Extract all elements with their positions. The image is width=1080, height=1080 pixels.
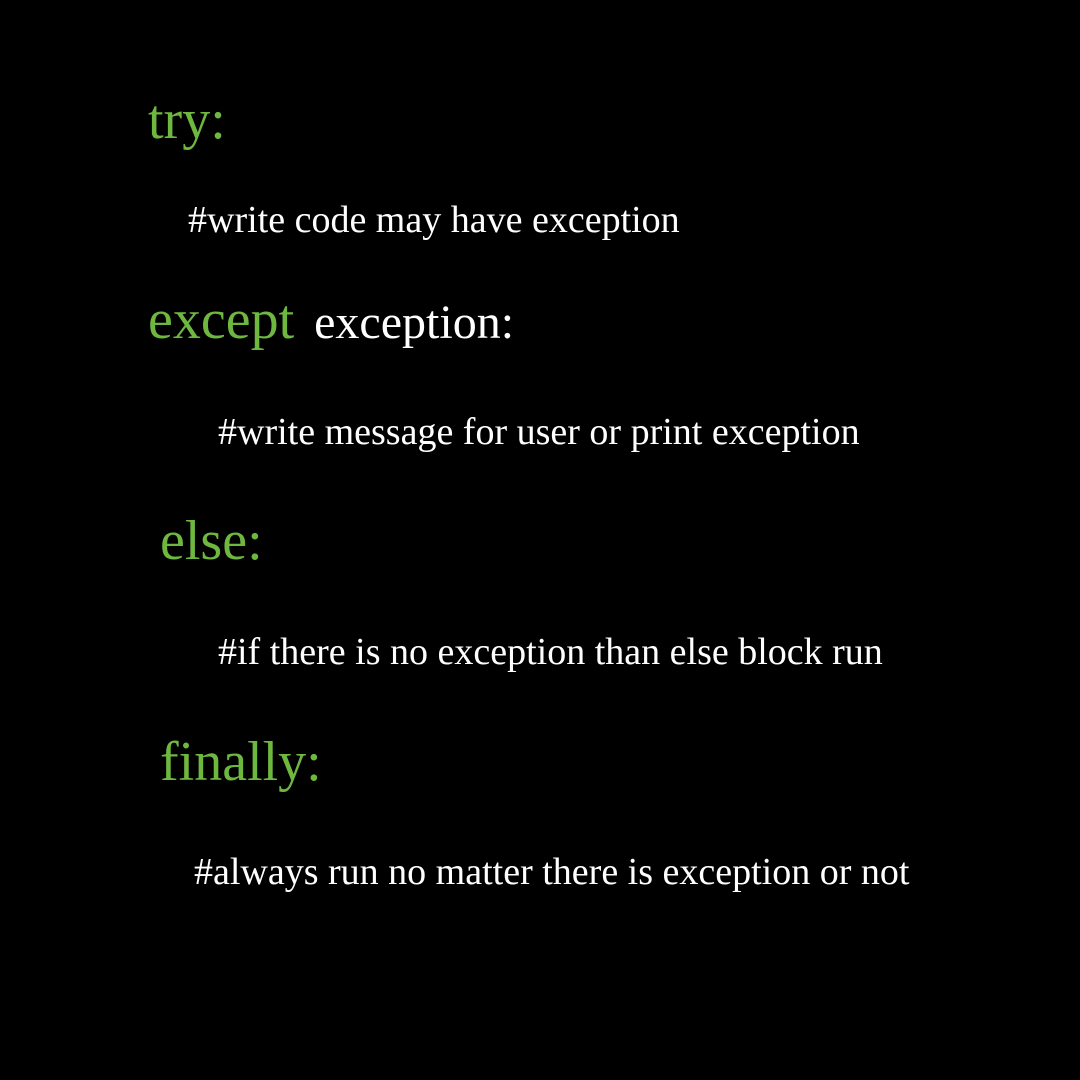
except-line: except exception: xyxy=(148,288,514,352)
finally-keyword: finally: xyxy=(160,730,322,794)
try-keyword: try: xyxy=(148,88,226,152)
finally-comment: #always run no matter there is exception… xyxy=(194,850,909,894)
else-keyword: else: xyxy=(160,509,263,573)
try-comment: #write code may have exception xyxy=(188,198,680,242)
exception-text: exception: xyxy=(302,296,514,349)
except-keyword: except xyxy=(148,289,294,351)
else-comment: #if there is no exception than else bloc… xyxy=(218,630,883,674)
code-document: try: #write code may have exception exce… xyxy=(0,0,1080,1080)
except-comment: #write message for user or print excepti… xyxy=(218,410,860,454)
